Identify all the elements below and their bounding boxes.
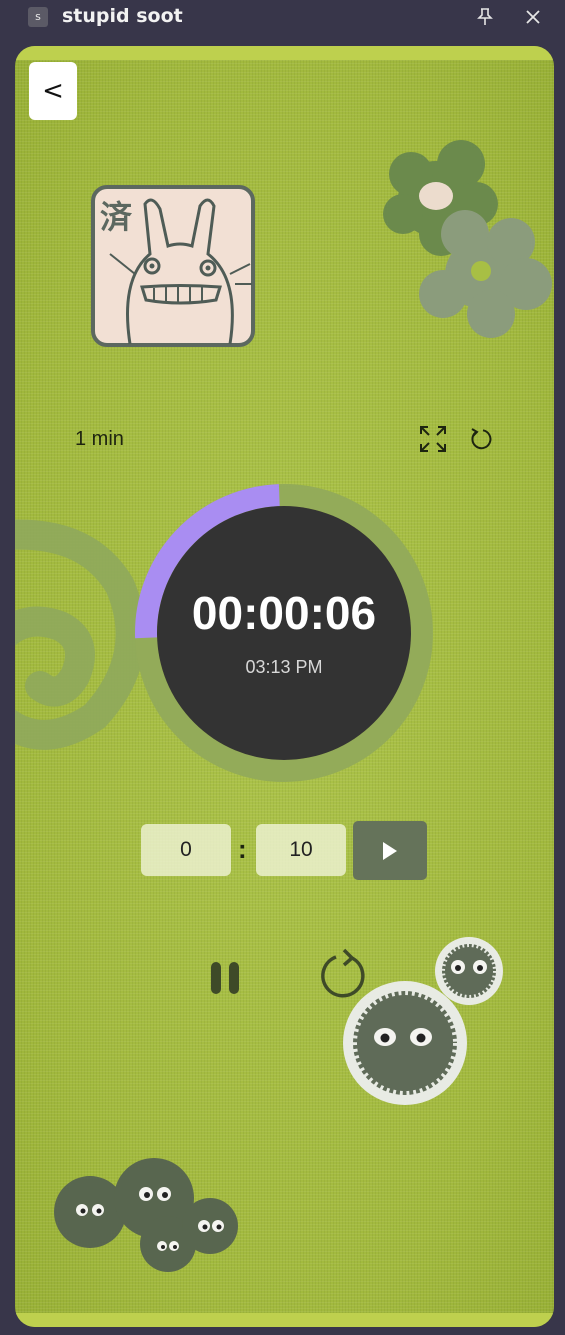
pause-button[interactable] <box>205 958 245 998</box>
seconds-input[interactable] <box>256 824 346 876</box>
reset-button[interactable] <box>465 423 497 455</box>
flower-decoration <box>383 140 552 338</box>
reset-icon <box>471 428 492 450</box>
back-button[interactable]: < <box>29 62 77 120</box>
fullscreen-icon <box>420 426 446 452</box>
pause-icon <box>211 962 239 994</box>
play-icon <box>383 841 397 860</box>
pin-button[interactable] <box>472 4 498 30</box>
close-icon <box>526 10 540 24</box>
svg-text:済: 済 <box>100 198 133 236</box>
time-separator: : <box>238 834 247 864</box>
fullscreen-button[interactable] <box>417 423 449 455</box>
soot-sprite-group-left <box>54 1158 238 1272</box>
clock-time: 03:13 PM <box>245 657 323 677</box>
totoro-stamp: 済 <box>91 185 255 347</box>
close-button[interactable] <box>520 4 546 30</box>
soot-sprite-group-right <box>343 937 503 1105</box>
timer-panel: 済 1 min 00:00:06 03:13 PM 0: 10 < <box>15 46 554 1327</box>
app-icon: s <box>28 7 48 27</box>
start-button[interactable] <box>353 821 427 880</box>
duration-label: 1 min <box>75 428 124 450</box>
title-bar: s stupid soot <box>0 0 565 36</box>
window-title: stupid soot <box>62 5 183 27</box>
pin-icon <box>477 8 493 25</box>
minutes-input[interactable] <box>141 824 231 876</box>
timer-display: 00:00:06 <box>191 587 377 639</box>
